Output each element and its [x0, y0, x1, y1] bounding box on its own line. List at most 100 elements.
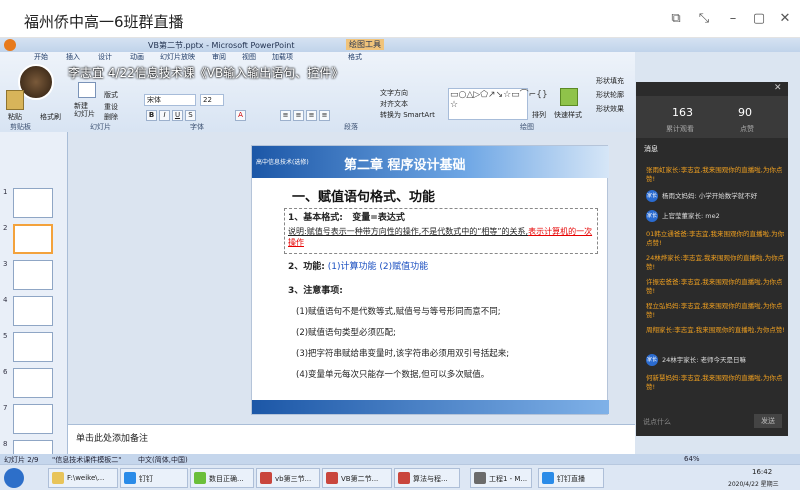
tab-format[interactable]: 格式 [348, 52, 362, 62]
chat-message: 24林宇家长: 老师今天是日嘛 [662, 356, 747, 364]
chat-message: 24林烨家长:李志宜,我来围观你的直播啦,为你点赞! [646, 254, 785, 271]
note-point-2: (2)赋值语句类型必须匹配; [296, 328, 396, 338]
live-panel: ✕ 163 累计观看 90 点赞 消息 张雨虹家长:李志宜,我来围观你的直播啦,… [636, 82, 788, 436]
tab-design[interactable]: 设计 [98, 52, 112, 62]
shapes-gallery[interactable]: ▭○△▷⬠↗↘☆▭⌒⌐{}☆ [448, 88, 548, 120]
text-direction-button[interactable]: 文字方向 [380, 88, 408, 98]
chat-input[interactable]: 说点什么 [640, 414, 750, 428]
tab-insert[interactable]: 插入 [66, 52, 80, 62]
taskbar-item[interactable]: 数目正确... [190, 468, 254, 488]
clock-date[interactable]: 2020/4/22 星期三 [728, 479, 779, 488]
shape-outline-button[interactable]: 形状轮廓 [596, 90, 624, 100]
taskbar-item[interactable]: 钉钉直播 [538, 468, 604, 488]
thumb-slide[interactable] [13, 332, 53, 362]
thumb-slide[interactable] [13, 368, 53, 398]
font-color-icon[interactable]: A [235, 110, 246, 121]
bold-icon[interactable]: B [146, 110, 157, 121]
delete-button[interactable]: 删除 [104, 112, 118, 122]
close-button[interactable]: ✕ [774, 8, 796, 30]
slide-chapter-title: 第二章 程序设计基础 [344, 158, 466, 173]
thumb-slide[interactable] [13, 296, 53, 326]
chat-message: 周翔家长:李志宜,我来围观你的直播啦,为你点赞! [646, 326, 785, 334]
window-titlebar: 福州侨中高一6班群直播 ⧉ ⤡ – ▢ ✕ [0, 0, 800, 38]
align-right-icon[interactable]: ≡ [306, 110, 317, 121]
tab-review[interactable]: 审阅 [212, 52, 226, 62]
group-clipboard: 剪贴板 [10, 123, 31, 131]
taskbar: F:\weike\... 钉钉 数目正确... vb第三节... VB第二节..… [0, 464, 800, 490]
paste-button[interactable]: 粘贴 [8, 112, 22, 122]
clock-time[interactable]: 16:42 [752, 468, 772, 476]
maximize-button[interactable]: ▢ [748, 8, 770, 30]
taskbar-item[interactable]: 算法与程... [394, 468, 460, 488]
slide-canvas[interactable]: 高中信息技术(选修) 第二章 程序设计基础 一、赋值语句格式、功能 1、基本格式… [251, 145, 609, 415]
status-bar: 幻灯片 2/9 "信息技术课件模板二" 中文(简体,中国) 64% [0, 454, 800, 464]
watch-label: 累计观看 [666, 125, 694, 133]
underline-icon[interactable]: U [172, 110, 183, 121]
tab-home[interactable]: 开始 [34, 52, 48, 62]
chat-message: 许振宏爸爸:李志宜,我来围观你的直播啦,为你点赞! [646, 278, 783, 295]
font-name-box[interactable]: 宋体 [144, 94, 196, 106]
thumb-slide[interactable] [13, 404, 53, 434]
align-center-icon[interactable]: ≡ [293, 110, 304, 121]
send-button[interactable]: 发送 [754, 414, 782, 428]
function-values: (1)计算功能 (2)赋值功能 [327, 262, 429, 272]
zoom-level[interactable]: 64% [684, 455, 700, 463]
tab-addins[interactable]: 加载项 [272, 52, 293, 62]
taskbar-item[interactable]: vb第三节... [256, 468, 320, 488]
justify-icon[interactable]: ≡ [319, 110, 330, 121]
live-stats: 163 累计观看 90 点赞 [636, 96, 788, 138]
layout-button[interactable]: 版式 [104, 90, 118, 100]
taskbar-item[interactable]: VB第二节... [322, 468, 392, 488]
format-painter-button[interactable]: 格式刷 [40, 112, 61, 122]
office-icon[interactable] [4, 39, 16, 51]
ppt-titlebar: VB第二节.pptx - Microsoft PowerPoint 绘图工具 [0, 38, 800, 52]
slide-header-course: 高中信息技术(选修) [256, 159, 309, 166]
start-button[interactable] [4, 468, 24, 488]
ppt-title: VB第二节.pptx - Microsoft PowerPoint [148, 41, 295, 50]
panel-close-icon[interactable]: ✕ [774, 83, 782, 93]
live-course-title: 李志宜 4/22信息技术课《VB输入输出语句、控件》 [68, 66, 344, 80]
italic-icon[interactable]: I [159, 110, 170, 121]
shape-effect-button[interactable]: 形状效果 [596, 104, 624, 114]
window-title: 福州侨中高一6班群直播 [24, 13, 184, 31]
paste-icon[interactable] [6, 90, 24, 110]
minimize-button[interactable]: – [722, 8, 744, 30]
group-drawing: 绘图 [520, 123, 534, 131]
smartart-button[interactable]: 转换为 SmartArt [380, 110, 435, 120]
quick-styles-icon[interactable] [560, 88, 578, 106]
group-font: 字体 [190, 123, 204, 131]
format-label: 1、基本格式: [288, 213, 343, 223]
font-size-box[interactable]: 22 [200, 94, 224, 106]
arrange-button[interactable]: 排列 [532, 110, 546, 120]
new-slide-button[interactable]: 新建 幻灯片 [74, 102, 100, 118]
new-slide-icon[interactable] [78, 82, 96, 98]
reset-button[interactable]: 重设 [104, 102, 118, 112]
tab-slideshow[interactable]: 幻灯片放映 [160, 52, 195, 62]
shape-fill-button[interactable]: 形状填充 [596, 76, 624, 86]
messages-title: 消息 [644, 145, 658, 153]
thumb-slide-active[interactable] [13, 224, 53, 254]
thumb-slide[interactable] [13, 260, 53, 290]
tab-animation[interactable]: 动画 [130, 52, 144, 62]
function-line: 2、功能: (1)计算功能 (2)赋值功能 [288, 259, 428, 272]
pin-icon[interactable]: ⧉ [665, 8, 687, 30]
avatar: 家长 [646, 190, 658, 202]
watch-count: 163 [672, 106, 693, 119]
chat-message: 上官莹董家长: me2 [662, 212, 720, 220]
notes-heading: 3、注意事项: [288, 286, 343, 296]
slide-thumbnails: 1 2 3 4 5 6 7 8 [0, 132, 68, 462]
thumb-slide[interactable] [13, 188, 53, 218]
chat-message: 程立弘妈妈:李志宜,我来围观你的直播啦,为你点赞! [646, 302, 783, 319]
shrink-icon[interactable]: ⤡ [693, 8, 715, 30]
taskbar-item[interactable]: 钉钉 [120, 468, 188, 488]
strike-icon[interactable]: S [185, 110, 196, 121]
align-text-button[interactable]: 对齐文本 [380, 99, 408, 109]
taskbar-item[interactable]: F:\weike\... [48, 468, 118, 488]
taskbar-item[interactable]: 工程1 - M... [470, 468, 532, 488]
format-expression: 变量=表达式 [352, 213, 405, 223]
tab-view[interactable]: 视图 [242, 52, 256, 62]
quick-styles-button[interactable]: 快速样式 [554, 110, 582, 120]
slide-header-band: 高中信息技术(选修) 第二章 程序设计基础 [252, 146, 609, 178]
chat-message: 张雨虹家长:李志宜,我来围观你的直播啦,为你点赞! [646, 166, 783, 183]
align-left-icon[interactable]: ≡ [280, 110, 291, 121]
